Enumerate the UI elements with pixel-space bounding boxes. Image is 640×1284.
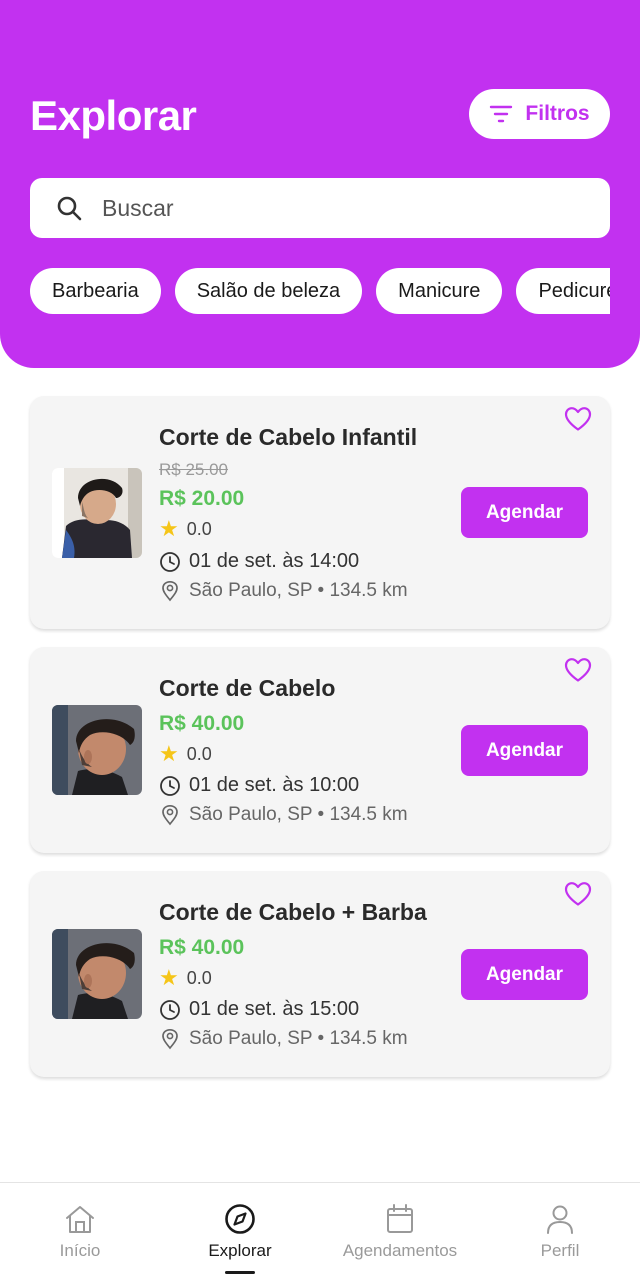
service-card[interactable]: Corte de Cabelo Infantil R$ 25.00 R$ 20.…: [30, 396, 610, 629]
chip-manicure[interactable]: Manicure: [376, 268, 503, 314]
service-location: São Paulo, SP • 134.5 km: [159, 1028, 408, 1050]
rating-value: 0.0: [186, 743, 212, 764]
rating: ★ 0.0: [159, 518, 212, 540]
service-datetime: 01 de set. às 10:00: [159, 774, 359, 797]
search-input[interactable]: [102, 194, 562, 222]
haircut-photo: [52, 468, 142, 558]
service-location: São Paulo, SP • 134.5 km: [159, 804, 408, 826]
search-bar[interactable]: [30, 178, 610, 238]
service-card[interactable]: Corte de Cabelo + Barba R$ 40.00 ★ 0.0 0…: [30, 871, 610, 1077]
nav-item-explorar[interactable]: Explorar: [160, 1183, 320, 1284]
location-text: São Paulo, SP • 134.5 km: [189, 1028, 408, 1049]
heart-outline-icon[interactable]: [564, 657, 592, 683]
category-chips: Barbearia Salão de beleza Manicure Pedicure: [30, 268, 610, 316]
nav-label: Agendamentos: [342, 1241, 458, 1260]
filters-button[interactable]: Filtros: [469, 89, 610, 139]
location-text: São Paulo, SP • 134.5 km: [189, 580, 408, 601]
nav-label: Explorar: [208, 1241, 272, 1260]
service-datetime: 01 de set. às 14:00: [159, 550, 359, 573]
chip-pedicure[interactable]: Pedicure: [516, 268, 610, 314]
service-card[interactable]: Corte de Cabelo R$ 40.00 ★ 0.0 01 de set…: [30, 647, 610, 853]
chip-salao-de-beleza[interactable]: Salão de beleza: [174, 268, 363, 314]
nav-item-agendamentos[interactable]: Agendamentos: [320, 1183, 480, 1284]
service-price: R$ 40.00: [159, 712, 245, 735]
datetime-text: 01 de set. às 10:00: [189, 774, 360, 796]
location-pin-icon: [162, 804, 178, 826]
nav-item-perfil[interactable]: Perfil: [480, 1183, 640, 1284]
active-indicator: [225, 1271, 255, 1274]
bottom-nav: Início Explorar Agendamentos Perfil: [0, 1182, 640, 1284]
explore-screen: Explorar Filtros Barbearia Salão de belez…: [0, 0, 640, 1284]
service-name: Corte de Cabelo + Barba: [159, 899, 427, 925]
chip-barbearia[interactable]: Barbearia: [30, 268, 161, 314]
star-icon: ★: [159, 516, 179, 541]
book-button[interactable]: Agendar: [461, 725, 588, 776]
rating-value: 0.0: [186, 967, 212, 988]
clock-icon: [160, 775, 180, 796]
clock-icon: [160, 551, 180, 572]
book-button[interactable]: Agendar: [461, 949, 588, 1000]
heart-outline-icon[interactable]: [564, 881, 592, 907]
star-icon: ★: [159, 741, 179, 766]
heart-outline-icon[interactable]: [564, 406, 592, 432]
service-datetime: 01 de set. às 15:00: [159, 998, 359, 1021]
book-button[interactable]: Agendar: [461, 487, 588, 538]
location-pin-icon: [162, 1028, 178, 1050]
haircut-photo: [52, 929, 142, 1019]
datetime-text: 01 de set. às 14:00: [189, 550, 360, 572]
service-name: Corte de Cabelo Infantil: [159, 424, 418, 450]
rating: ★ 0.0: [159, 743, 212, 765]
clock-icon: [160, 999, 180, 1020]
filter-icon: [490, 105, 513, 123]
nav-label: Perfil: [540, 1241, 580, 1260]
service-thumbnail: [52, 929, 142, 1019]
filters-label: Filtros: [525, 102, 590, 125]
datetime-text: 01 de set. às 15:00: [189, 998, 360, 1020]
compass-icon: [225, 1204, 255, 1234]
star-icon: ★: [159, 965, 179, 990]
old-price: R$ 25.00: [159, 460, 228, 479]
nav-label: Início: [59, 1241, 101, 1260]
service-price: R$ 40.00: [159, 936, 245, 959]
location-pin-icon: [162, 580, 178, 602]
rating: ★ 0.0: [159, 967, 212, 989]
nav-item-inicio[interactable]: Início: [0, 1183, 160, 1284]
service-price: R$ 20.00: [159, 487, 245, 510]
service-location: São Paulo, SP • 134.5 km: [159, 580, 408, 602]
page-title: Explorar: [30, 92, 197, 139]
user-icon: [547, 1205, 573, 1234]
haircut-photo: [52, 705, 142, 795]
header: Explorar Filtros Barbearia Salão de belez…: [0, 0, 640, 368]
service-thumbnail: [52, 468, 142, 558]
service-thumbnail: [52, 705, 142, 795]
home-icon: [66, 1206, 94, 1233]
calendar-icon: [387, 1204, 413, 1233]
service-name: Corte de Cabelo: [159, 675, 336, 701]
search-icon: [57, 196, 82, 221]
location-text: São Paulo, SP • 134.5 km: [189, 804, 408, 825]
rating-value: 0.0: [186, 518, 212, 539]
